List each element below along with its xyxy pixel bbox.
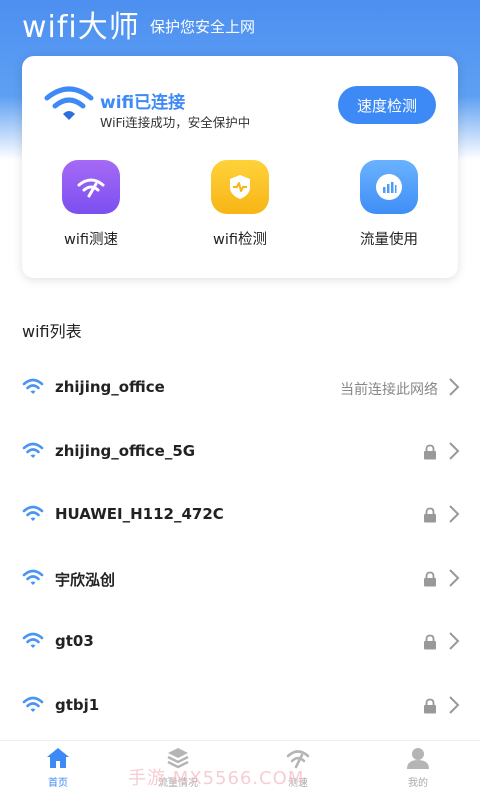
app-subtitle: 保护您安全上网 [150,18,256,36]
wifi-icon [22,569,44,585]
tool-label: wifi检测 [212,232,268,248]
app-title: wifi大师 [22,10,140,45]
profile-icon [407,748,429,769]
tool-label: 流量使用 [360,232,418,248]
lock-icon [424,698,436,714]
wifi-status: 当前连接此网络 [340,382,438,398]
wifi-icon [22,505,44,522]
wifi-row[interactable]: HUAWEI_H112_472C [0,483,480,547]
lock-icon [424,634,436,650]
tool-wifi-check[interactable]: wifi检测 [180,160,300,249]
wifi-row[interactable]: gt03 [0,610,480,674]
chevron-right-icon [449,696,460,714]
tool-traffic-usage[interactable]: 流量使用 [329,160,449,249]
tab-label: 我的 [408,778,428,789]
lock-icon [424,444,436,460]
wifi-icon [22,442,44,458]
home-icon [47,748,69,768]
tab-label: 首页 [48,778,68,789]
shield-icon [211,160,269,214]
chevron-right-icon [449,441,460,460]
wifi-name: 宇欣泓创 [55,570,116,589]
wifi-list: zhijing_office 当前连接此网络 zhijing_office_5G… [0,356,480,738]
wifi-row[interactable]: 宇欣泓创 [0,547,480,611]
chevron-right-icon [449,632,460,651]
wifi-icon [22,633,44,649]
wifi-connected-icon [44,86,94,120]
wifi-row[interactable]: gtbj1 [0,674,480,738]
wifi-name: zhijing_office_5G [55,441,196,460]
wifi-name: gt03 [55,632,94,651]
wifi-row[interactable]: zhijing_office 当前连接此网络 [0,356,480,420]
connection-title: wifi已连接 [100,93,186,113]
wifi-name: zhijing_office [55,378,165,396]
wifi-icon [22,696,44,712]
chevron-right-icon [449,378,460,396]
chevron-right-icon [449,505,460,523]
connection-description: WiFi连接成功，安全保护中 [100,115,251,130]
traffic-icon [360,160,418,214]
chevron-right-icon [449,569,460,587]
speed-test-button[interactable]: 速度检测 [338,86,436,124]
tab-profile[interactable]: 我的 [378,747,458,789]
wifi-icon [22,378,44,394]
wifi-name: HUAWEI_H112_472C [55,505,224,524]
wifi-name: gtbj1 [55,695,100,714]
speed-icon [62,160,120,214]
lock-icon [424,507,436,523]
tab-home[interactable]: 首页 [18,747,98,789]
wifi-list-title: wifi列表 [22,322,82,341]
watermark: 手游·MX5566.COM [128,768,305,789]
tool-grid: wifi测速 wifi检测 流量使用 [22,160,458,260]
wifi-row[interactable]: zhijing_office_5G [0,420,480,484]
connection-card: wifi已连接 WiFi连接成功，安全保护中 速度检测 wifi测速 wifi检… [22,56,458,278]
tool-wifi-speed[interactable]: wifi测速 [31,160,151,249]
lock-icon [424,571,436,587]
tool-label: wifi测速 [63,232,119,248]
